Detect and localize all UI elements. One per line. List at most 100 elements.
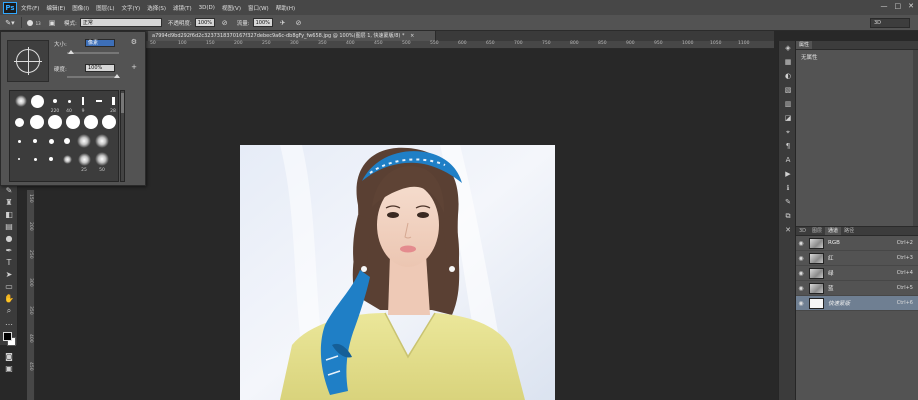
eye-icon[interactable]: ◉ (796, 300, 806, 307)
brush-preset[interactable]: 25 (76, 151, 92, 173)
swatches-icon[interactable]: ▥ (779, 97, 797, 111)
brush-preset[interactable] (76, 133, 92, 149)
brush-settings-gear-icon[interactable]: ⚙ (131, 38, 137, 46)
eraser-tool-icon[interactable]: ◧ (0, 209, 18, 221)
scrollbar-thumb[interactable] (121, 93, 124, 113)
3d-panel-icon[interactable]: ◈ (779, 41, 797, 55)
menu-select[interactable]: 选择(S) (147, 4, 166, 12)
character-icon[interactable]: A (779, 153, 797, 167)
hand-tool-icon[interactable]: ✋ (0, 293, 18, 305)
brush-preset[interactable]: 28 (106, 94, 120, 114)
brush-preset[interactable] (12, 153, 26, 165)
size-pressure-icon[interactable]: ⊘ (293, 18, 305, 28)
brush-preset[interactable] (82, 113, 100, 131)
brush-tool-icon[interactable]: ✎ (0, 185, 18, 197)
brush-preset[interactable] (14, 94, 28, 108)
brush-preset[interactable] (44, 153, 58, 165)
minimize-button[interactable]: — (881, 2, 888, 10)
brush-preset[interactable] (12, 135, 26, 147)
brush-presets-icon[interactable]: ✎ (779, 195, 797, 209)
brush-preset[interactable] (100, 113, 118, 131)
brush-preset[interactable] (28, 135, 42, 147)
transform-icon[interactable]: ✕ (779, 223, 797, 237)
clone-stamp-tool-icon[interactable]: ♜ (0, 197, 18, 209)
hardness-slider[interactable] (67, 74, 120, 78)
foreground-color-swatch[interactable] (3, 332, 12, 341)
eye-icon[interactable]: ◉ (796, 270, 806, 277)
pen-tool-icon[interactable]: ✒ (0, 245, 18, 257)
tab-3d[interactable]: 3D (796, 227, 809, 235)
brush-preset[interactable] (44, 135, 58, 147)
brush-size-slider[interactable] (67, 50, 119, 54)
path-selection-tool-icon[interactable]: ➤ (0, 269, 18, 281)
close-window-button[interactable]: ✕ (908, 2, 914, 10)
menu-filter[interactable]: 滤镜(T) (173, 4, 192, 12)
brush-preset[interactable]: 9 (76, 94, 90, 114)
actions-icon[interactable]: ▶ (779, 167, 797, 181)
adjustments-icon[interactable]: ◐ (779, 69, 797, 83)
document-tab[interactable]: a7994d9bd292f6d2c3237318370167f327debec9… (148, 31, 436, 41)
brush-preset[interactable] (94, 133, 110, 149)
info-icon[interactable]: ℹ (779, 181, 797, 195)
airbrush-icon[interactable]: ✈ (277, 18, 289, 28)
quick-mask-icon[interactable]: ◙ (0, 351, 18, 363)
rectangle-tool-icon[interactable]: ▭ (0, 281, 18, 293)
brush-preset[interactable] (28, 113, 46, 131)
close-document-icon[interactable]: × (410, 33, 414, 39)
styles-icon[interactable]: ◪ (779, 111, 797, 125)
color-panel-icon[interactable]: ▧ (779, 83, 797, 97)
brush-preset[interactable]: 50 (94, 151, 110, 173)
brush-preset[interactable] (46, 113, 64, 131)
brush-grid-scrollbar[interactable] (120, 90, 125, 182)
menu-type[interactable]: 文字(Y) (122, 4, 141, 12)
menu-image[interactable]: 图像(I) (72, 4, 89, 12)
canvas-image[interactable] (240, 145, 555, 400)
zoom-tool-icon[interactable]: ⌕ (0, 305, 18, 317)
tool-presets-icon[interactable]: ⌖ (779, 125, 797, 139)
brush-preset[interactable] (60, 153, 74, 165)
channel-row-rgb[interactable]: ◉ RGB Ctrl+2 (796, 236, 918, 251)
brush-preset[interactable] (60, 135, 74, 147)
brush-panel-toggle-icon[interactable]: ▣ (46, 18, 58, 28)
tab-paths[interactable]: 路径 (841, 227, 857, 235)
blur-tool-icon[interactable]: ● (0, 233, 18, 245)
tab-properties[interactable]: 属性 (796, 41, 813, 49)
properties-scrollbar[interactable] (913, 50, 918, 226)
brush-preset[interactable] (30, 94, 44, 108)
opacity-pressure-icon[interactable]: ⊘ (219, 18, 231, 28)
brush-tool-preset-icon[interactable]: ✎▾ (4, 18, 16, 28)
tab-channels[interactable]: 通道 (825, 227, 842, 235)
more-tools-icon[interactable]: … (0, 317, 18, 329)
eye-icon[interactable]: ◉ (796, 240, 806, 247)
brush-preset[interactable] (28, 153, 42, 165)
channel-row-blue[interactable]: ◉ 蓝 Ctrl+5 (796, 281, 918, 296)
tab-layers[interactable]: 图层 (809, 227, 825, 235)
brush-preset[interactable] (12, 115, 26, 129)
clone-source-icon[interactable]: ⧉ (779, 209, 797, 223)
brush-preset[interactable]: 220 (48, 94, 62, 114)
menu-edit[interactable]: 编辑(E) (46, 4, 65, 12)
menu-layer[interactable]: 图层(L) (96, 4, 114, 12)
eye-icon[interactable]: ◉ (796, 285, 806, 292)
menu-3d[interactable]: 3D(D) (199, 5, 215, 11)
type-tool-icon[interactable]: T (0, 257, 18, 269)
color-swatches[interactable] (0, 329, 18, 351)
hardness-input[interactable]: 100% (85, 64, 115, 72)
brush-size-picker[interactable]: 13 (26, 18, 42, 28)
workspace-select[interactable]: 3D (870, 18, 910, 28)
opacity-input[interactable]: 100% (194, 18, 215, 27)
menu-file[interactable]: 文件(F) (21, 4, 39, 12)
paragraph-icon[interactable]: ¶ (779, 139, 797, 153)
brush-preset[interactable]: 40 (62, 94, 76, 114)
menu-help[interactable]: 帮助(H) (276, 4, 295, 12)
flow-input[interactable]: 100% (252, 18, 273, 27)
channel-row-green[interactable]: ◉ 绿 Ctrl+4 (796, 266, 918, 281)
channel-row-red[interactable]: ◉ 红 Ctrl+3 (796, 251, 918, 266)
menu-view[interactable]: 视图(V) (222, 4, 241, 12)
mode-select[interactable]: 正常 (79, 18, 162, 27)
slider-thumb[interactable] (114, 74, 120, 78)
channel-row-quick-mask[interactable]: ◉ 快速蒙版 Ctrl+6 (796, 296, 918, 311)
brush-preset[interactable] (92, 94, 106, 108)
menu-window[interactable]: 窗口(W) (248, 4, 269, 12)
maximize-button[interactable]: □ (895, 2, 902, 10)
